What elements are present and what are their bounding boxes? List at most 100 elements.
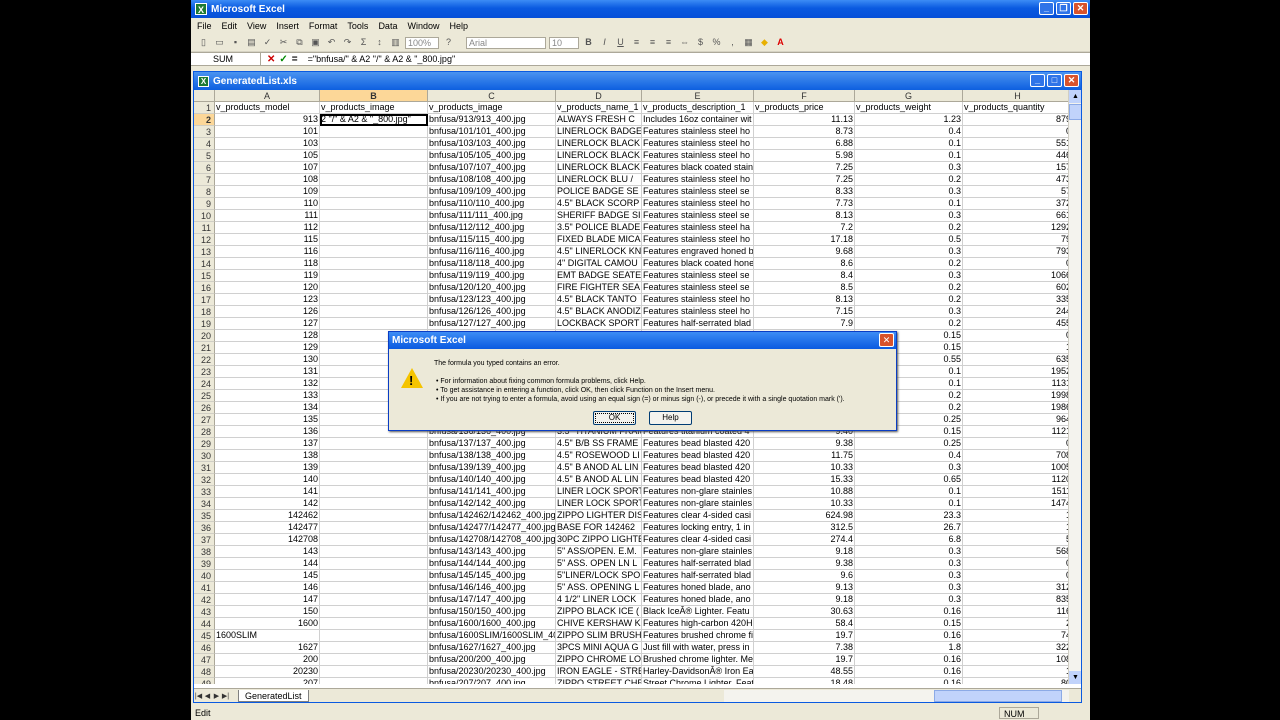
horizontal-scroll-thumb[interactable] [934, 690, 1062, 702]
grid-cell[interactable]: 9.18 [754, 594, 855, 606]
grid-cell[interactable]: Features locking entry, 1 in [642, 522, 754, 534]
grid-cell[interactable]: 708 [963, 450, 1070, 462]
row-header[interactable]: 36 [194, 522, 215, 534]
grid-cell[interactable]: bnfusa/1600/1600_400.jpg [428, 618, 556, 630]
row-header[interactable]: 29 [194, 438, 215, 450]
row-header[interactable]: 7 [194, 174, 215, 186]
grid-cell[interactable]: EMT BADGE SEATE [556, 270, 642, 282]
grid-cell[interactable] [320, 594, 428, 606]
grid-cell[interactable]: 200 [215, 654, 320, 666]
grid-cell[interactable]: bnfusa/107/107_400.jpg [428, 162, 556, 174]
grid-cell[interactable]: bnfusa/207/207_400.jpg [428, 678, 556, 684]
redo-icon[interactable]: ↷ [341, 36, 354, 49]
row-header[interactable]: 37 [194, 534, 215, 546]
grid-cell[interactable]: 0.3 [855, 462, 963, 474]
grid-cell[interactable] [320, 678, 428, 684]
grid-cell[interactable]: 0.5 [855, 234, 963, 246]
row-header[interactable]: 44 [194, 618, 215, 630]
row-header[interactable]: 38 [194, 546, 215, 558]
grid-cell[interactable]: Features black coated stain [642, 162, 754, 174]
row-header[interactable]: 26 [194, 402, 215, 414]
grid-cell[interactable]: Features high-carbon 420H [642, 618, 754, 630]
grid-cell[interactable]: 1474 [963, 498, 1070, 510]
grid-cell[interactable]: bnfusa/146/146_400.jpg [428, 582, 556, 594]
grid-cell[interactable]: 8.13 [754, 210, 855, 222]
last-sheet-icon[interactable]: ▶| [221, 692, 230, 700]
grid-cell[interactable]: 103 [215, 138, 320, 150]
grid-cell[interactable] [320, 246, 428, 258]
grid-cell[interactable]: 4 1/2" LINER LOCK [556, 594, 642, 606]
grid-cell[interactable]: 0.16 [855, 630, 963, 642]
grid-cell[interactable]: Features engraved honed b [642, 246, 754, 258]
grid-cell[interactable]: 8.6 [754, 258, 855, 270]
menu-item-view[interactable]: View [247, 21, 266, 31]
grid-cell[interactable]: bnfusa/144/144_400.jpg [428, 558, 556, 570]
grid-cell[interactable]: 0 [963, 330, 1070, 342]
chart-icon[interactable]: ▥ [389, 36, 402, 49]
grid-cell[interactable]: 80 [963, 678, 1070, 684]
grid-cell[interactable]: bnfusa/20230/20230_400.jpg [428, 666, 556, 678]
grid-cell[interactable]: bnfusa/118/118_400.jpg [428, 258, 556, 270]
grid-cell[interactable]: Features bead blasted 420 [642, 450, 754, 462]
row-header[interactable]: 40 [194, 570, 215, 582]
grid-cell[interactable]: Features stainless steel ho [642, 198, 754, 210]
column-header-h[interactable]: H [963, 90, 1070, 102]
grid-cell[interactable]: 7.15 [754, 306, 855, 318]
cut-icon[interactable]: ✂ [277, 36, 290, 49]
menu-item-tools[interactable]: Tools [347, 21, 368, 31]
grid-cell[interactable]: bnfusa/126/126_400.jpg [428, 306, 556, 318]
grid-cell[interactable]: 101 [215, 126, 320, 138]
grid-cell[interactable]: 147 [215, 594, 320, 606]
grid-cell[interactable]: 116 [215, 246, 320, 258]
grid-cell[interactable] [320, 522, 428, 534]
grid-cell[interactable]: 107 [215, 162, 320, 174]
grid-cell[interactable]: Features stainless steel ho [642, 126, 754, 138]
grid-cell[interactable]: Features stainless steel ho [642, 174, 754, 186]
grid-cell[interactable]: 1 [963, 522, 1070, 534]
grid-cell[interactable]: Features stainless steel se [642, 186, 754, 198]
grid-cell[interactable]: 7.38 [754, 642, 855, 654]
grid-cell[interactable]: 1120 [963, 474, 1070, 486]
grid-cell[interactable]: 835 [963, 594, 1070, 606]
grid-cell[interactable]: bnfusa/200/200_400.jpg [428, 654, 556, 666]
grid-cell[interactable]: v_products_model [215, 102, 320, 114]
grid-cell[interactable]: ZIPPO SLIM BRUSH [556, 630, 642, 642]
grid-cell[interactable]: 1 [963, 342, 1070, 354]
grid-cell[interactable] [320, 198, 428, 210]
grid-cell[interactable]: Features stainless steel ho [642, 306, 754, 318]
row-header[interactable]: 6 [194, 162, 215, 174]
grid-cell[interactable]: Harley-DavidsonÂ® Iron Ea [642, 666, 754, 678]
wb-minimize-button[interactable]: _ [1030, 74, 1045, 87]
grid-cell[interactable]: 0.3 [855, 306, 963, 318]
grid-cell[interactable]: bnfusa/109/109_400.jpg [428, 186, 556, 198]
grid-cell[interactable]: 150 [215, 606, 320, 618]
grid-cell[interactable]: 0.3 [855, 162, 963, 174]
row-header[interactable]: 8 [194, 186, 215, 198]
enter-icon[interactable]: ✓ [279, 54, 287, 65]
grid-cell[interactable]: Features half-serrated blad [642, 558, 754, 570]
select-all-corner[interactable] [194, 90, 215, 102]
grid-cell[interactable]: 964 [963, 414, 1070, 426]
grid-cell[interactable]: 142 [215, 498, 320, 510]
scroll-up-icon[interactable]: ▲ [1069, 90, 1081, 103]
grid-cell[interactable] [320, 642, 428, 654]
grid-cell[interactable]: 1121 [963, 426, 1070, 438]
grid-cell[interactable]: 6.8 [855, 534, 963, 546]
grid-cell[interactable]: bnfusa/108/108_400.jpg [428, 174, 556, 186]
grid-cell[interactable]: 23.3 [855, 510, 963, 522]
grid-cell[interactable]: 8.4 [754, 270, 855, 282]
grid-cell[interactable] [320, 318, 428, 330]
grid-cell[interactable]: 7.25 [754, 162, 855, 174]
grid-cell[interactable]: Features honed blade, ano [642, 594, 754, 606]
grid-cell[interactable]: 0.2 [855, 222, 963, 234]
grid-cell[interactable]: 10.88 [754, 486, 855, 498]
grid-cell[interactable]: Features black coated hone [642, 258, 754, 270]
grid-cell[interactable]: 0.2 [855, 282, 963, 294]
grid-cell[interactable]: 157 [963, 162, 1070, 174]
grid-cell[interactable]: 134 [215, 402, 320, 414]
row-header[interactable]: 24 [194, 378, 215, 390]
grid-cell[interactable] [320, 210, 428, 222]
grid-cell[interactable]: 1066 [963, 270, 1070, 282]
row-header[interactable]: 18 [194, 306, 215, 318]
grid-cell[interactable]: 0 [963, 438, 1070, 450]
